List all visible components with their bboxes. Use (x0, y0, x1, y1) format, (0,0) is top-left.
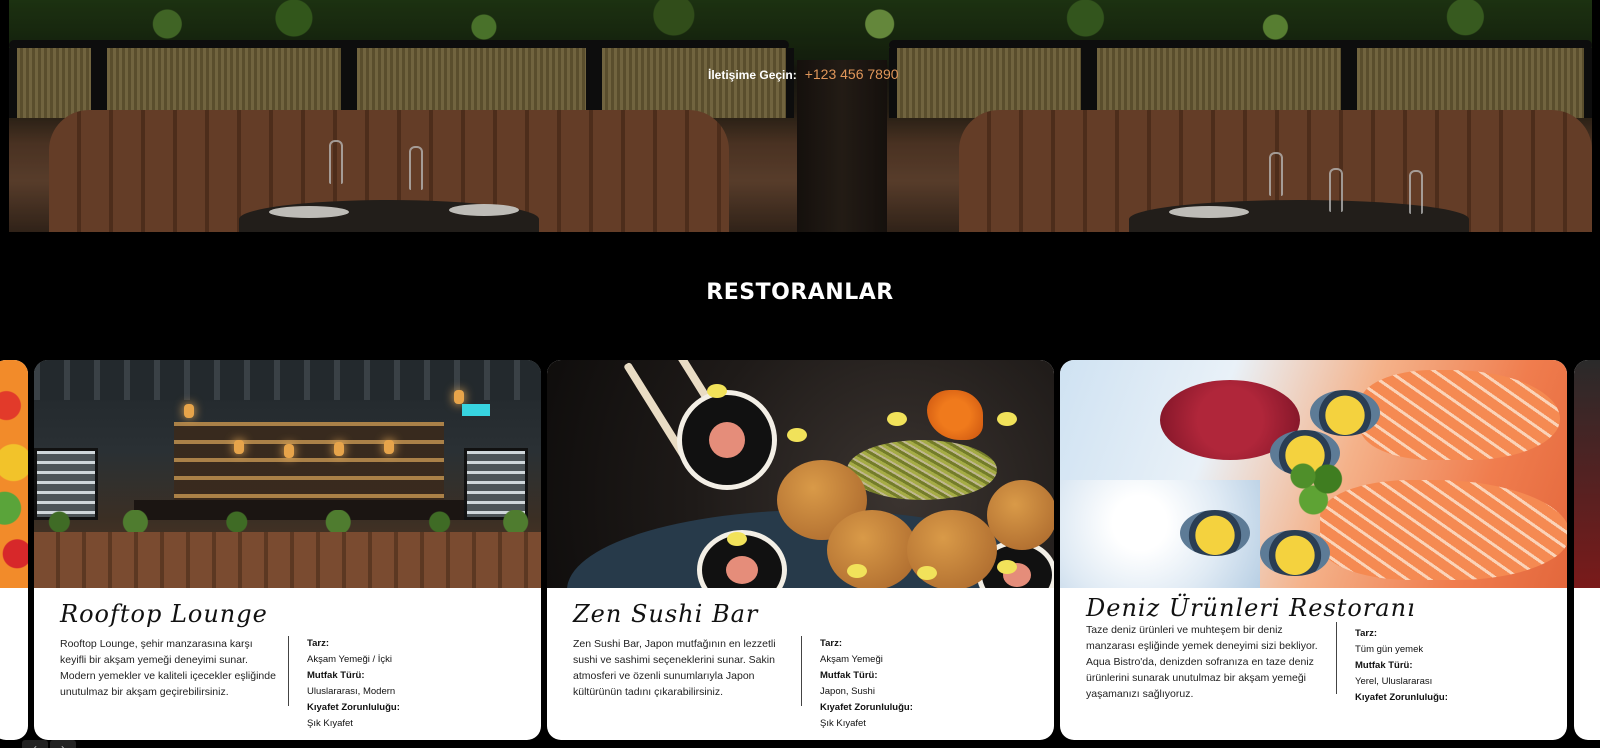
photo-parsley (1282, 458, 1352, 518)
cuisine-value: Yerel, Uluslararası (1355, 676, 1433, 687)
dress-code-label: Kıyafet Zorunluluğu: (1355, 692, 1448, 703)
card-photo (0, 360, 28, 588)
photo-bar-shelves (174, 422, 444, 500)
contact-label: İletişime Geçin: (708, 68, 797, 82)
restaurant-description: Taze deniz ürünleri ve muhteşem bir deni… (1086, 624, 1318, 700)
card-photo (1574, 360, 1600, 588)
style-value: Tüm gün yemek (1355, 644, 1424, 655)
photo-salmon (1360, 370, 1560, 460)
photo-lamp (284, 444, 294, 458)
restaurant-card[interactable]: Rooftop Lounge Rooftop Lounge, şehir man… (34, 360, 541, 740)
photo-mayo (707, 384, 727, 398)
restaurant-description: Zen Sushi Bar, Japon mutfağının en lezze… (573, 638, 776, 698)
carousel-next-button[interactable]: › (50, 740, 76, 748)
style-value: Akşam Yemeği (820, 654, 883, 665)
photo-salmon (1320, 480, 1567, 580)
photo-fried-ball (987, 480, 1054, 550)
photo-mayo (997, 412, 1017, 426)
sushi-photo (547, 360, 1054, 588)
photo-mayo (847, 564, 867, 578)
style-value: Akşam Yemeği / İçki (307, 654, 393, 665)
page: İletişime Geçin: +123 456 7890 RESTORANL… (0, 0, 1600, 748)
cuisine-label: Mutfak Türü: (1355, 660, 1413, 671)
photo-mayo (917, 566, 937, 580)
photo-lamp (184, 404, 194, 418)
seafood-photo (1060, 360, 1567, 588)
photo-plants (34, 510, 541, 534)
photo-mayo (727, 532, 747, 546)
restaurant-info: Tarz: Akşam Yemeği / İçki Mutfak Türü: U… (289, 636, 400, 732)
card-body: Deniz Ürünleri Restoranı Taze deniz ürün… (1060, 588, 1567, 740)
bar-photo (34, 360, 541, 588)
contact-phone-link[interactable]: +123 456 7890 (805, 66, 899, 82)
contact-info: İletişime Geçin: +123 456 7890 (708, 66, 899, 82)
cuisine-value: Japon, Sushi (820, 686, 875, 697)
hero-overlay (9, 0, 1592, 232)
cuisine-label: Mutfak Türü: (820, 670, 878, 681)
photo-booth (34, 532, 541, 588)
style-label: Tarz: (1355, 628, 1377, 639)
cuisine-label: Mutfak Türü: (307, 670, 365, 681)
restaurant-card[interactable]: Deniz Ürünleri Restoranı Taze deniz ürün… (1060, 360, 1567, 740)
restaurant-description: Rooftop Lounge, şehir manzarasına karşı … (60, 638, 276, 698)
photo-ceiling (34, 360, 541, 400)
card-details: Taze deniz ürünleri ve muhteşem bir deni… (1086, 622, 1541, 706)
cuisine-value: Uluslararası, Modern (307, 686, 396, 697)
photo-mayo (787, 428, 807, 442)
dress-code-label: Kıyafet Zorunluluğu: (307, 702, 400, 713)
photo-mayo (887, 412, 907, 426)
carousel-card-peek-right[interactable] (1574, 360, 1600, 740)
photo-mussel (1180, 510, 1250, 556)
restaurant-name: Zen Sushi Bar (573, 600, 759, 628)
restaurant-name: Deniz Ürünleri Restoranı (1086, 594, 1416, 622)
photo-lamp (454, 390, 464, 404)
photo-fried-ball (827, 510, 917, 588)
photo-mussel (1260, 530, 1330, 576)
photo-lamp (384, 440, 394, 454)
hero-banner (9, 0, 1592, 232)
photo-greens (847, 440, 997, 500)
photo-lamp (334, 442, 344, 456)
card-photo (1060, 360, 1567, 588)
photo-mayo (997, 560, 1017, 574)
photo-roe (927, 390, 983, 440)
restaurant-info: Tarz: Akşam Yemeği Mutfak Türü: Japon, S… (802, 636, 913, 732)
style-label: Tarz: (307, 638, 329, 649)
card-details: Rooftop Lounge, şehir manzarasına karşı … (60, 636, 515, 732)
section-title: RESTORANLAR (706, 280, 894, 305)
dress-code-label: Kıyafet Zorunluluğu: (820, 702, 913, 713)
photo-lamp (234, 440, 244, 454)
photo-exit-sign (462, 404, 490, 416)
restaurant-info: Tarz: Tüm gün yemek Mutfak Türü: Yerel, … (1337, 626, 1448, 706)
restaurant-card[interactable]: Zen Sushi Bar Zen Sushi Bar, Japon mutfa… (547, 360, 1054, 740)
carousel-card-peek-left[interactable] (0, 360, 28, 740)
dress-code-value: Şık Kıyafet (307, 718, 353, 729)
card-details: Zen Sushi Bar, Japon mutfağının en lezze… (573, 636, 1028, 732)
card-photo (34, 360, 541, 588)
dress-code-value: Şık Kıyafet (820, 718, 866, 729)
carousel-prev-button[interactable]: ‹ (22, 740, 48, 748)
card-body: Rooftop Lounge Rooftop Lounge, şehir man… (34, 588, 541, 740)
card-body: Zen Sushi Bar Zen Sushi Bar, Japon mutfa… (547, 588, 1054, 740)
restaurant-name: Rooftop Lounge (60, 600, 268, 628)
style-label: Tarz: (820, 638, 842, 649)
photo-mussel (1310, 390, 1380, 436)
photo-sushi-roll (677, 390, 777, 490)
card-photo (547, 360, 1054, 588)
